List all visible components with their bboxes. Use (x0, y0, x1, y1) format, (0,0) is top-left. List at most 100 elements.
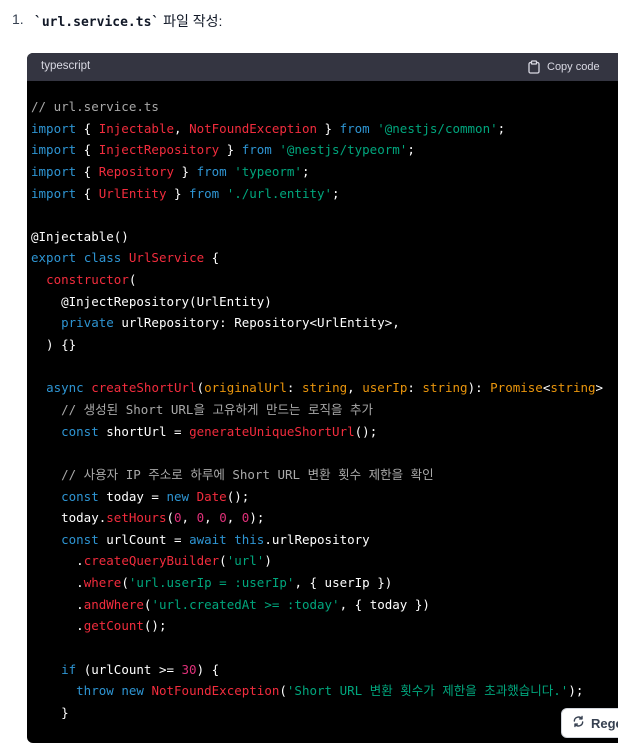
code-line: // 생성된 Short URL을 고유하게 만드는 로직을 추가 (31, 399, 603, 421)
code-token: // 생성된 Short URL을 고유하게 만드는 로직을 추가 (61, 401, 374, 417)
code-token: userIp (362, 380, 408, 396)
code-token: './url.entity' (226, 185, 333, 201)
code-token: ) {} (31, 337, 77, 353)
code-token: setHours (106, 510, 167, 526)
code-token: if (61, 661, 77, 677)
code-token: } (166, 185, 190, 201)
code-line: // 사용자 IP 주소로 하루에 Short URL 변환 횟수 제한을 확인 (31, 464, 603, 486)
code-line: import { UrlEntity } from './url.entity'… (31, 183, 603, 205)
code-token: ) { (196, 661, 220, 677)
code-line: .where('url.userIp = :userIp', { userIp … (31, 572, 603, 594)
code-content: // url.service.ts import { Injectable, No… (31, 96, 603, 724)
code-token: UrlEntity (98, 185, 167, 201)
code-token: 'typeorm' (234, 163, 302, 179)
code-token: , { today }) (339, 596, 430, 612)
code-token: this (234, 531, 265, 547)
code-token: } (219, 142, 242, 158)
code-token: (); (354, 423, 378, 439)
code-token: . (31, 596, 84, 612)
code-line: } (31, 702, 603, 724)
code-token: ; (407, 142, 415, 158)
code-token: const (61, 531, 99, 547)
code-token: Promise (490, 380, 543, 396)
code-token: private (61, 315, 114, 331)
step-description: `url.service.ts` 파일 작성: (34, 11, 222, 31)
code-line: export class UrlService { (31, 247, 603, 269)
code-line: today.setHours(0, 0, 0, 0); (31, 507, 603, 529)
regenerate-button[interactable]: Rege (561, 708, 618, 738)
code-token: createShortUrl (91, 380, 197, 396)
code-token: '@nestjs/typeorm' (279, 142, 408, 158)
code-token: . (31, 575, 84, 591)
code-token: andWhere (83, 596, 144, 612)
code-line: @Injectable() (31, 226, 603, 248)
code-token: { (76, 163, 99, 179)
code-token: ( (121, 575, 129, 591)
code-token: ); (568, 683, 584, 699)
code-token: Date (196, 488, 227, 504)
code-token: { (76, 142, 99, 158)
code-token: NotFoundException (189, 120, 317, 136)
code-token: : (286, 380, 302, 396)
step-text: 파일 작성: (159, 13, 223, 29)
code-token: ; (497, 120, 506, 136)
code-token: new (121, 683, 144, 699)
code-token: UrlService (128, 250, 205, 266)
code-token: urlCount = (98, 531, 190, 547)
code-token: class (83, 250, 122, 266)
code-line: ) {} (31, 334, 603, 356)
code-token: 0 (196, 510, 205, 526)
code-token: 30 (181, 661, 197, 677)
code-token: @Injectable() (31, 228, 129, 244)
code-token: constructor (46, 272, 129, 288)
step-number: 1. (12, 11, 24, 27)
code-token: new (166, 488, 190, 504)
code-line: @InjectRepository(UrlEntity) (31, 291, 603, 313)
code-token: from (339, 120, 370, 136)
code-token: ( (219, 553, 227, 569)
code-token: where (83, 575, 122, 591)
code-token: , (174, 120, 190, 136)
code-token: string (550, 380, 596, 396)
code-token: ( (196, 380, 205, 396)
code-token: , (204, 510, 220, 526)
code-token: from (196, 163, 227, 179)
code-line: import { InjectRepository } from '@nestj… (31, 139, 603, 161)
code-token: ; (332, 185, 340, 201)
code-line: constructor( (31, 269, 603, 291)
code-token: string (422, 380, 468, 396)
regenerate-label: Rege (591, 715, 618, 731)
code-block: typescript Copy code // url.service.ts im… (27, 53, 618, 743)
code-token: : (407, 380, 423, 396)
code-token: { (76, 185, 99, 201)
code-token: 0 (219, 510, 227, 526)
code-token: ; (301, 163, 310, 179)
code-token: from (189, 185, 220, 201)
copy-code-label: Copy code (547, 61, 600, 73)
file-name-code: `url.service.ts` (34, 15, 160, 30)
code-token: shortUrl = (98, 423, 190, 439)
code-token: import (31, 163, 77, 179)
code-token: string (301, 380, 348, 396)
code-line: import { Repository } from 'typeorm'; (31, 161, 603, 183)
code-token: } (31, 704, 69, 720)
code-line: .andWhere('url.createdAt >= :today', { t… (31, 594, 603, 616)
code-line: const shortUrl = generateUniqueShortUrl(… (31, 421, 603, 443)
code-token: export (31, 250, 77, 266)
code-line: // url.service.ts (31, 96, 603, 118)
code-token: . (31, 553, 84, 569)
code-line: throw new NotFoundException('Short URL 변… (31, 680, 603, 702)
copy-code-button[interactable]: Copy code (528, 60, 600, 74)
